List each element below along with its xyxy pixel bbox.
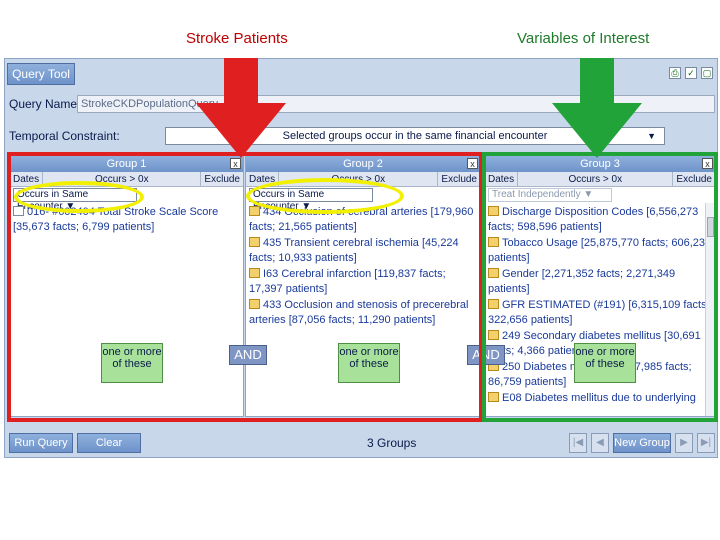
query-name-label: Query Name:: [9, 97, 81, 111]
variables-highlight-box: [482, 152, 718, 422]
previous-page-icon[interactable]: ◀: [591, 433, 609, 453]
red-arrow-icon: [196, 58, 286, 158]
groups-count: 3 Groups: [367, 436, 417, 450]
green-arrow-icon: [552, 58, 642, 158]
first-page-icon[interactable]: |◀: [569, 433, 587, 453]
encounter-highlight-ellipse-2: [246, 178, 404, 214]
clear-button[interactable]: Clear: [77, 433, 141, 453]
new-group-button[interactable]: New Group: [613, 433, 671, 453]
bottom-toolbar: Run Query Clear 3 Groups |◀ ◀ New Group …: [5, 419, 717, 457]
window-icon[interactable]: ▢: [701, 67, 713, 79]
encounter-highlight-ellipse-1: [14, 181, 144, 213]
variables-of-interest-annotation: Variables of Interest: [517, 30, 650, 47]
next-page-icon[interactable]: ▶: [675, 433, 693, 453]
print-icon[interactable]: ⎙: [669, 67, 681, 79]
chevron-down-icon: ▼: [647, 131, 656, 141]
temporal-constraint-value: Selected groups occur in the same financ…: [282, 130, 548, 142]
temporal-constraint-label: Temporal Constraint:: [9, 129, 120, 143]
last-page-icon[interactable]: ▶|: [697, 433, 715, 453]
run-query-button[interactable]: Run Query: [9, 433, 73, 453]
check-icon[interactable]: ✓: [685, 67, 697, 79]
stroke-patients-annotation: Stroke Patients: [186, 30, 288, 47]
toolbar-icons: ⎙ ✓ ▢: [669, 67, 713, 79]
query-tool-tab[interactable]: Query Tool: [7, 63, 75, 85]
